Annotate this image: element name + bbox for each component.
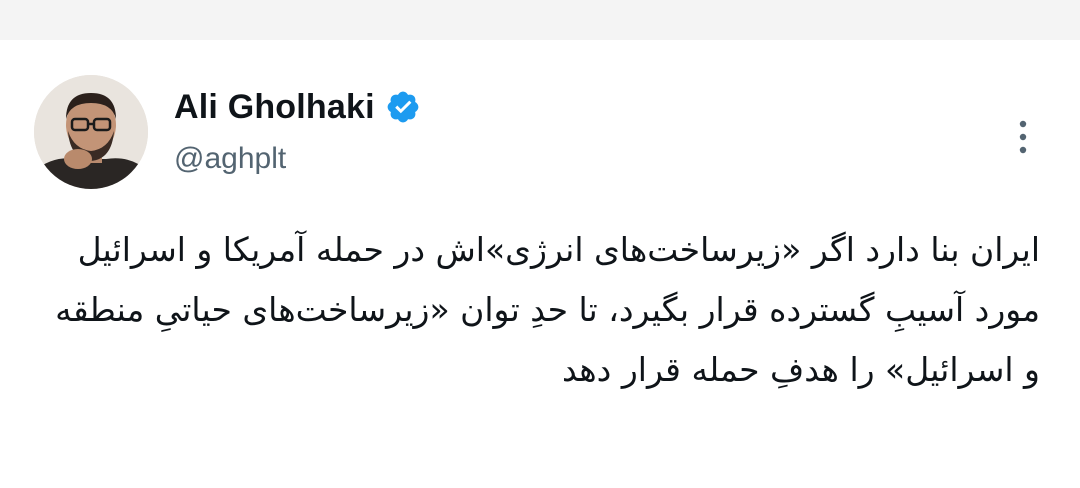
author-name[interactable]: Ali Gholhaki xyxy=(174,88,375,127)
avatar-image xyxy=(34,75,148,189)
author-block: Ali Gholhaki @aghplt xyxy=(174,82,421,176)
verified-badge-icon xyxy=(385,89,421,125)
top-bar xyxy=(0,0,1080,40)
author-handle[interactable]: @aghplt xyxy=(174,142,421,176)
name-row: Ali Gholhaki xyxy=(174,82,421,132)
avatar[interactable] xyxy=(34,75,148,189)
more-vertical-icon xyxy=(1019,120,1027,154)
tweet-card[interactable]: Ali Gholhaki @aghplt ایران بنا دارد اگر … xyxy=(0,40,1080,488)
more-options-button[interactable] xyxy=(1008,117,1038,157)
tweet-text: ایران بنا دارد اگر «زیرساخت‌های انرژی»اش… xyxy=(55,230,1040,389)
